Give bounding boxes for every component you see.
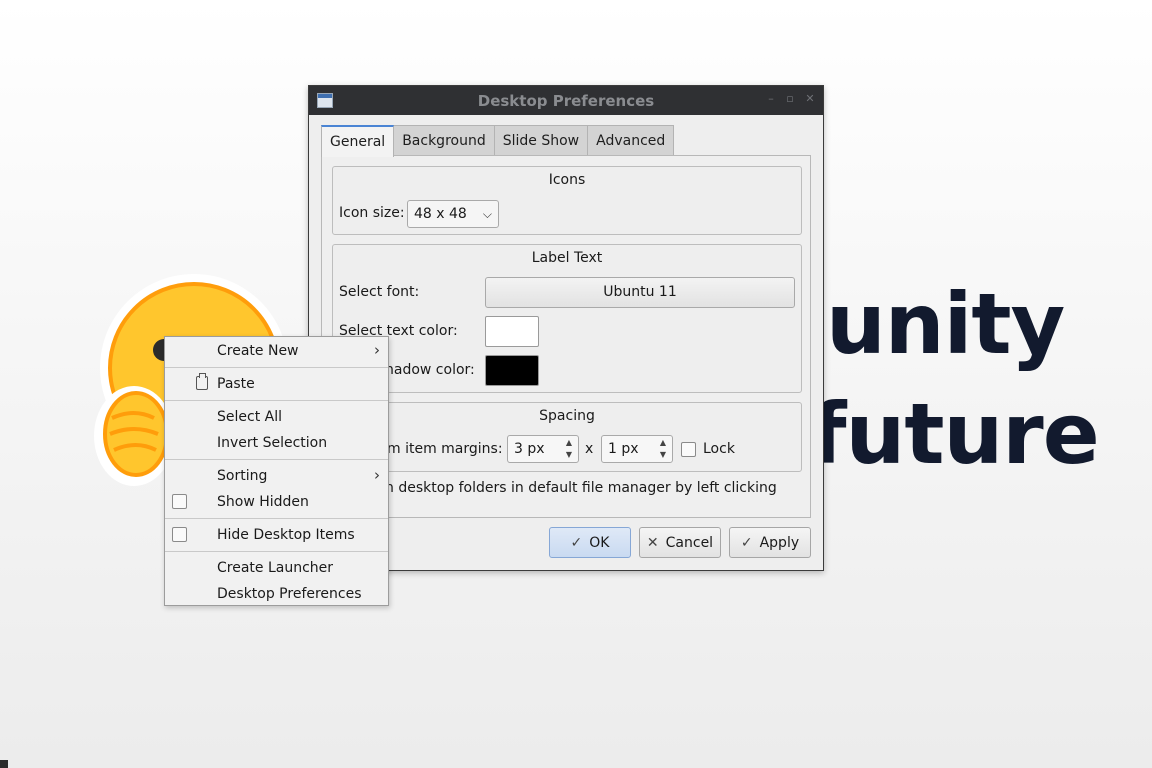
icons-group: Icons Icon size: 48 x 48 ⌵ xyxy=(332,166,802,235)
spin-arrows-icon[interactable]: ▲ ▼ xyxy=(563,437,575,461)
chevron-right-icon: › xyxy=(374,466,380,484)
menu-item-label: Invert Selection xyxy=(217,435,328,451)
menu-item-desktop-preferences[interactable]: Desktop Preferences xyxy=(165,581,388,607)
menu-item-label: Show Hidden xyxy=(217,494,309,510)
select-font-label: Select font: xyxy=(339,284,420,300)
shadow-color-label: hadow color: xyxy=(385,362,475,378)
margin-x-value: 3 px xyxy=(514,441,545,457)
menu-item-label: Create Launcher xyxy=(217,560,334,576)
cancel-button[interactable]: ✕ Cancel xyxy=(639,527,721,558)
tab-advanced[interactable]: Advanced xyxy=(587,125,675,156)
menu-item-select-all[interactable]: Select All xyxy=(165,404,388,430)
spin-arrows-icon[interactable]: ▲ ▼ xyxy=(657,437,669,461)
wallpaper-text-line1: unity xyxy=(826,275,1065,373)
menu-item-sorting[interactable]: Sorting › xyxy=(165,463,388,489)
icon-size-select[interactable]: 48 x 48 ⌵ xyxy=(407,200,499,228)
x-icon: ✕ xyxy=(646,534,659,551)
menu-item-create-new[interactable]: Create New › xyxy=(165,338,388,364)
chevron-right-icon: › xyxy=(374,341,380,359)
icons-group-title: Icons xyxy=(548,172,586,188)
menu-separator xyxy=(165,400,388,401)
select-font-button[interactable]: Ubuntu 11 xyxy=(485,277,795,308)
margin-x-spinbox[interactable]: 3 px ▲ ▼ xyxy=(507,435,579,463)
tab-background[interactable]: Background xyxy=(393,125,495,156)
tab-bar: General Background Slide Show Advanced xyxy=(321,125,675,157)
times-label: x xyxy=(585,441,594,457)
menu-item-label: Hide Desktop Items xyxy=(217,527,355,543)
icon-size-label: Icon size: xyxy=(339,205,405,221)
menu-item-hide-desktop-items[interactable]: Hide Desktop Items xyxy=(165,522,388,548)
item-margins-label: m item margins: xyxy=(387,441,503,457)
cancel-button-label: Cancel xyxy=(665,534,714,551)
menu-item-paste[interactable]: Paste xyxy=(165,371,388,397)
text-color-swatch[interactable] xyxy=(485,316,539,347)
menu-separator xyxy=(165,459,388,460)
apply-button[interactable]: ✓ Apply xyxy=(729,527,811,558)
menu-item-label: Desktop Preferences xyxy=(217,586,362,602)
lock-label: Lock xyxy=(703,441,735,457)
menu-separator xyxy=(165,367,388,368)
label-text-group: Label Text Select font: Ubuntu 11 Select… xyxy=(332,244,802,393)
dialog-title: Desktop Preferences xyxy=(477,91,655,110)
maximize-icon[interactable]: ▫ xyxy=(783,92,797,106)
menu-separator xyxy=(165,551,388,552)
taskbar-corner xyxy=(0,760,8,768)
window-app-icon xyxy=(317,93,333,108)
menu-item-invert-selection[interactable]: Invert Selection xyxy=(165,430,388,456)
dialog-titlebar[interactable]: Desktop Preferences – ▫ ✕ xyxy=(309,86,823,115)
icon-size-value: 48 x 48 xyxy=(414,206,467,222)
margin-y-value: 1 px xyxy=(608,441,639,457)
menu-item-show-hidden[interactable]: Show Hidden xyxy=(165,489,388,515)
open-folders-option-label[interactable]: n desktop folders in default file manage… xyxy=(385,480,777,496)
menu-item-label: Sorting xyxy=(217,468,268,484)
tab-general[interactable]: General xyxy=(321,125,395,157)
show-hidden-checkbox[interactable] xyxy=(172,494,187,509)
tab-slide-show[interactable]: Slide Show xyxy=(493,125,589,156)
lock-checkbox[interactable] xyxy=(681,442,696,457)
margin-y-spinbox[interactable]: 1 px ▲ ▼ xyxy=(601,435,673,463)
menu-item-label: Create New xyxy=(217,343,299,359)
wallpaper-text-line2: future xyxy=(810,385,1100,483)
ok-button-label: OK xyxy=(589,534,610,551)
spacing-group-title: Spacing xyxy=(539,408,595,424)
label-text-group-title: Label Text xyxy=(531,250,603,266)
general-panel: Icons Icon size: 48 x 48 ⌵ Label Text Se… xyxy=(321,155,811,518)
shadow-color-swatch[interactable] xyxy=(485,355,539,386)
menu-item-label: Select All xyxy=(217,409,282,425)
apply-button-label: Apply xyxy=(759,534,800,551)
minimize-icon[interactable]: – xyxy=(764,92,778,106)
ok-button[interactable]: ✓ OK xyxy=(549,527,631,558)
menu-item-create-launcher[interactable]: Create Launcher xyxy=(165,555,388,581)
desktop-context-menu: Create New › Paste Select All Invert Sel… xyxy=(164,336,389,606)
hide-desktop-items-checkbox[interactable] xyxy=(172,527,187,542)
check-icon: ✓ xyxy=(740,534,753,551)
menu-separator xyxy=(165,518,388,519)
spacing-group: Spacing m item margins: 3 px ▲ ▼ x 1 px ▲… xyxy=(332,402,802,472)
check-icon: ✓ xyxy=(570,534,583,551)
close-icon[interactable]: ✕ xyxy=(803,92,817,106)
menu-item-label: Paste xyxy=(217,376,255,392)
chevron-down-icon: ⌵ xyxy=(482,207,492,221)
clipboard-icon xyxy=(196,373,208,390)
